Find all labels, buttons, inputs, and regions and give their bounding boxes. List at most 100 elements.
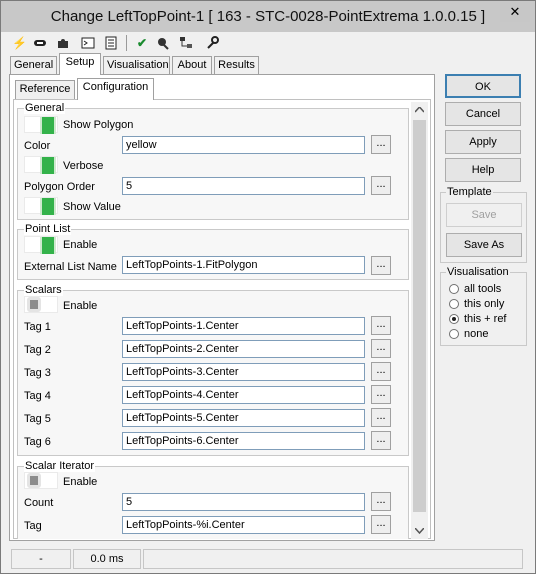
iterator-tag-field[interactable]: LeftTopPoints-%i.Center <box>122 516 365 534</box>
lightning-icon[interactable]: ⚡ <box>12 36 27 50</box>
vertical-scrollbar[interactable] <box>411 102 428 539</box>
external-list-browse-button[interactable]: ... <box>371 256 391 275</box>
tab-general[interactable]: General <box>10 56 57 75</box>
color-label: Color <box>24 140 51 152</box>
scalar-iterator-enable-toggle[interactable] <box>24 472 58 489</box>
tab-results[interactable]: Results <box>214 56 259 75</box>
scalar-iterator-enable-label: Enable <box>63 476 98 488</box>
point-list-enable-label: Enable <box>63 239 98 251</box>
tag-4-field[interactable]: LeftTopPoints-4.Center <box>122 386 365 404</box>
tag-2-field[interactable]: LeftTopPoints-2.Center <box>122 340 365 358</box>
tag-5-label: Tag 5 <box>24 413 51 425</box>
external-list-name-label: External List Name <box>24 261 117 273</box>
count-browse-button[interactable]: ... <box>371 492 391 511</box>
radio-none-label: none <box>464 328 489 340</box>
point-list-group-title: Point List <box>24 223 72 235</box>
close-button[interactable]: ✕ <box>500 2 530 22</box>
radio-this-only[interactable] <box>449 299 459 309</box>
scalars-group: Scalars Enable Tag 1 LeftTopPoints-1.Cen… <box>17 284 409 456</box>
tag-1-field[interactable]: LeftTopPoints-1.Center <box>122 317 365 335</box>
scroll-down-arrow-icon[interactable] <box>415 528 424 534</box>
tag-4-browse-button[interactable]: ... <box>371 385 391 404</box>
tag-6-label: Tag 6 <box>24 436 51 448</box>
dialog-window: Change LeftTopPoint-1 [ 163 - STC-0028-P… <box>0 0 536 574</box>
status-cell-time: 0.0 ms <box>73 549 141 569</box>
camera-icon[interactable] <box>156 36 170 50</box>
console-icon[interactable] <box>81 36 95 50</box>
scroll-up-arrow-icon[interactable] <box>415 107 424 113</box>
general-group: General Show Polygon Color yellow ... Ve… <box>17 102 409 220</box>
show-value-label: Show Value <box>63 201 121 213</box>
verbose-toggle[interactable] <box>24 156 58 174</box>
tag-1-label: Tag 1 <box>24 321 51 333</box>
radio-this-plus-ref[interactable] <box>449 314 459 324</box>
tag-1-browse-button[interactable]: ... <box>371 316 391 335</box>
puzzle-icon[interactable] <box>56 36 70 50</box>
tab-visualisation[interactable]: Visualisation <box>103 56 170 75</box>
tag-3-browse-button[interactable]: ... <box>371 362 391 381</box>
status-bar: - 0.0 ms <box>1 545 535 573</box>
visualisation-group-title: Visualisation <box>446 266 510 278</box>
radio-all-tools-label: all tools <box>464 283 502 295</box>
status-cell-state: - <box>11 549 71 569</box>
radio-this-only-label: this only <box>464 298 505 310</box>
wrench-icon[interactable] <box>205 36 219 50</box>
window-title: Change LeftTopPoint-1 [ 163 - STC-0028-P… <box>50 8 486 25</box>
subtab-reference[interactable]: Reference <box>15 80 75 99</box>
polygon-order-label: Polygon Order <box>24 181 95 193</box>
tab-about[interactable]: About <box>172 56 212 75</box>
iterator-tag-label: Tag <box>24 520 42 532</box>
scrollbar-thumb[interactable] <box>413 120 426 512</box>
status-cell-message <box>143 549 523 569</box>
radio-this-plus-ref-label: this + ref <box>464 313 507 325</box>
template-group: Template Save Save As <box>440 186 527 263</box>
count-label: Count <box>24 497 54 509</box>
cancel-button[interactable]: Cancel <box>445 102 521 126</box>
polygon-order-field[interactable]: 5 <box>122 177 365 195</box>
tab-setup[interactable]: Setup <box>59 53 101 75</box>
polygon-order-browse-button[interactable]: ... <box>371 176 391 195</box>
tag-3-label: Tag 3 <box>24 367 51 379</box>
color-field[interactable]: yellow <box>122 136 365 154</box>
verbose-label: Verbose <box>63 160 104 172</box>
document-icon[interactable] <box>104 36 118 50</box>
title-bar[interactable]: Change LeftTopPoint-1 [ 163 - STC-0028-P… <box>1 1 535 32</box>
visualisation-group: Visualisation all tools this only this +… <box>440 266 527 346</box>
tag-6-field[interactable]: LeftTopPoints-6.Center <box>122 432 365 450</box>
color-browse-button[interactable]: ... <box>371 135 391 154</box>
subtab-configuration[interactable]: Configuration <box>77 78 154 100</box>
show-value-toggle[interactable] <box>24 197 58 215</box>
count-field[interactable]: 5 <box>122 493 365 511</box>
tag-5-browse-button[interactable]: ... <box>371 408 391 427</box>
point-list-group: Point List Enable External List Name Lef… <box>17 223 409 280</box>
toolbar-separator <box>126 35 127 51</box>
iterator-tag-browse-button[interactable]: ... <box>371 515 391 534</box>
tag-2-label: Tag 2 <box>24 344 51 356</box>
network-icon[interactable] <box>179 36 193 50</box>
tag-5-field[interactable]: LeftTopPoints-5.Center <box>122 409 365 427</box>
scalars-group-title: Scalars <box>24 284 63 296</box>
show-polygon-label: Show Polygon <box>63 119 134 131</box>
tag-4-label: Tag 4 <box>24 390 51 402</box>
external-list-name-field[interactable]: LeftTopPoints-1.FitPolygon <box>122 256 365 274</box>
apply-button[interactable]: Apply <box>445 130 521 154</box>
show-polygon-toggle[interactable] <box>24 116 58 134</box>
tag-6-browse-button[interactable]: ... <box>371 431 391 450</box>
help-button[interactable]: Help <box>445 158 521 182</box>
template-save-as-button[interactable]: Save As <box>446 233 522 257</box>
point-list-enable-toggle[interactable] <box>24 236 58 254</box>
link-icon[interactable] <box>33 36 47 50</box>
radio-none[interactable] <box>449 329 459 339</box>
checkmark-icon[interactable]: ✔ <box>135 36 149 50</box>
scalars-enable-toggle[interactable] <box>24 296 58 313</box>
tag-3-field[interactable]: LeftTopPoints-3.Center <box>122 363 365 381</box>
general-group-title: General <box>24 102 66 114</box>
scalar-iterator-group: Scalar Iterator Enable Count 5 ... Tag L… <box>17 460 409 539</box>
scalar-iterator-group-title: Scalar Iterator <box>24 460 96 472</box>
template-group-title: Template <box>446 186 493 198</box>
scalars-enable-label: Enable <box>63 300 98 312</box>
ok-button[interactable]: OK <box>445 74 521 98</box>
template-save-button[interactable]: Save <box>446 203 522 227</box>
radio-all-tools[interactable] <box>449 284 459 294</box>
tag-2-browse-button[interactable]: ... <box>371 339 391 358</box>
